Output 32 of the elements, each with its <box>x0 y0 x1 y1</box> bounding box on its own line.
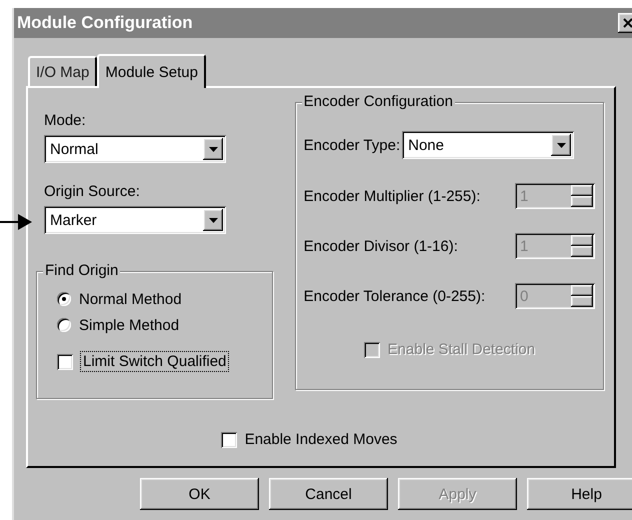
checkbox[interactable] <box>57 354 73 370</box>
mode-dropdown[interactable]: Normal <box>44 135 226 163</box>
caret-icon <box>208 146 218 152</box>
caret-icon <box>556 142 566 148</box>
field-label: Encoder Divisor (1-16): <box>304 238 458 254</box>
arrow-icon <box>0 214 32 230</box>
radio-button[interactable] <box>57 318 71 332</box>
close-icon <box>623 18 632 28</box>
checkbox-label: Enable Stall Detection <box>388 341 536 358</box>
checkbox-label: Enable Indexed Moves <box>244 431 398 448</box>
radio-label: Simple Method <box>79 316 180 334</box>
radio-label: Normal Method <box>79 290 182 308</box>
radio-button[interactable] <box>57 292 71 306</box>
group-title: Find Origin <box>43 262 120 279</box>
field-label: Encoder Tolerance (0-255): <box>304 288 486 304</box>
dialog-button[interactable]: Cancel <box>269 478 388 510</box>
origin-source-dropdown[interactable]: Marker <box>44 206 226 234</box>
group-title: Encoder Configuration <box>302 93 455 110</box>
caret-icon <box>208 218 218 222</box>
tab[interactable]: Module Setup <box>97 54 206 88</box>
tab[interactable]: I/O Map <box>28 56 98 86</box>
encoder-type-dropdown[interactable]: None <box>402 131 574 159</box>
dialog-button[interactable]: OK <box>140 478 259 510</box>
field-label: Mode: <box>44 112 87 129</box>
field-label: Encoder Multiplier (1-255): <box>304 188 480 204</box>
close-button[interactable] <box>618 13 632 33</box>
field-label: Origin Source: <box>44 183 141 200</box>
checkbox-label: Limit Switch Qualified <box>81 352 228 371</box>
dialog-button[interactable]: Help <box>527 478 632 510</box>
window-title: Module Configuration <box>17 13 193 33</box>
checkbox[interactable] <box>220 432 237 448</box>
field-label: Encoder Type: <box>304 136 400 154</box>
